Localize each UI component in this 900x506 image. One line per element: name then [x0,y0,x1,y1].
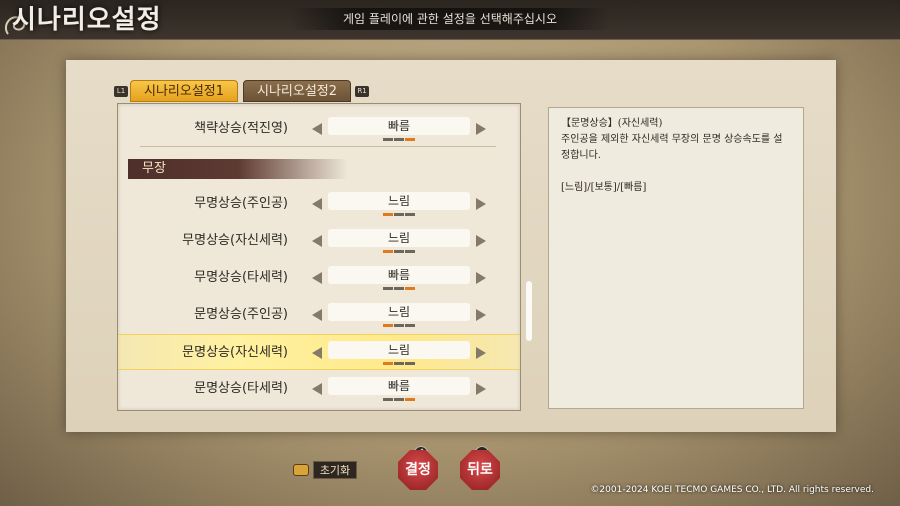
arrow-right-icon[interactable] [476,235,486,247]
setting-row[interactable]: 무명상승(타세력) 빠름 [118,260,520,296]
level-pip [394,213,404,216]
description-body: 주인공을 제외한 자신세력 무장의 문명 상승속도를 설정합니다. [561,134,783,161]
arrow-left-icon[interactable] [312,235,322,247]
page-title: 시나리오설정 [12,5,162,35]
arrow-left-icon[interactable] [312,383,322,395]
level-pip [383,324,393,327]
setting-row-selected[interactable]: 문명상승(자신세력) 느림 [118,334,520,370]
setting-row[interactable]: 무명상승(자신세력) 느림 [118,223,520,259]
level-pip [405,362,415,365]
back-button[interactable]: 뒤로 [460,450,500,490]
level-pip [405,287,415,290]
arrow-right-icon[interactable] [476,198,486,210]
scrollbar[interactable] [525,103,533,411]
page-description: 게임 플레이에 관한 설정을 선택해주십시오 [343,12,557,26]
arrow-left-icon[interactable] [312,123,322,135]
description-options: [느림]/[보통]/[빠름] [561,182,647,193]
setting-value: 느림 [328,192,470,210]
setting-value: 느림 [328,303,470,321]
setting-row[interactable]: 문명상승(주인공) 느림 [118,297,520,333]
r1-button-hint: R1 [355,86,369,97]
level-pip [383,138,393,141]
level-indicator [383,213,416,216]
arrow-right-icon[interactable] [476,123,486,135]
setting-value: 느림 [328,341,470,359]
level-pip [394,250,404,253]
level-pip [383,398,393,401]
setting-label: 문명상승(자신세력) [182,345,288,360]
tab-scenario-1[interactable]: 시나리오설정1 [130,80,238,102]
level-pip [394,324,404,327]
setting-row[interactable]: 문명상승(타세력) 빠름 [118,371,520,407]
level-indicator [383,287,416,290]
level-pip [405,250,415,253]
arrow-left-icon[interactable] [312,198,322,210]
reset-label: 초기화 [313,461,357,479]
level-indicator [383,250,416,253]
level-pip [383,287,393,290]
level-pip [405,138,415,141]
copyright-text: ©2001-2024 KOEI TECMO GAMES CO., LTD. Al… [590,485,874,495]
arrow-left-icon[interactable] [312,347,322,359]
setting-label: 문명상승(주인공) [194,307,288,322]
scroll-thumb[interactable] [526,281,532,341]
level-pip [405,324,415,327]
setting-label: 책략상승(적진영) [194,121,288,136]
level-indicator [383,138,416,141]
arrow-left-icon[interactable] [312,309,322,321]
description-panel: 【문명상승】(자신세력) 주인공을 제외한 자신세력 무장의 문명 상승속도를 … [548,107,804,409]
setting-row[interactable]: 무명상승(주인공) 느림 [118,186,520,222]
setting-value: 빠름 [328,117,470,135]
square-button-icon [293,464,309,476]
setting-value: 빠름 [328,266,470,284]
level-indicator [383,362,416,365]
level-indicator [383,324,416,327]
settings-list: 책략상승(적진영) 빠름 무장 무명상승(주인공) 느림 무명상승(자신세력) … [117,103,521,411]
level-pip [394,138,404,141]
level-pip [394,287,404,290]
setting-label: 무명상승(자신세력) [182,233,288,248]
arrow-right-icon[interactable] [476,347,486,359]
description-title: 【문명상승】(자신세력) [561,118,663,129]
level-pip [383,362,393,365]
header-bar: 시나리오설정 게임 플레이에 관한 설정을 선택해주십시오 [0,0,900,40]
level-pip [405,398,415,401]
arrow-right-icon[interactable] [476,383,486,395]
setting-label: 무명상승(주인공) [194,196,288,211]
confirm-button[interactable]: 결정 [398,450,438,490]
level-indicator [383,398,416,401]
section-header: 무장 [128,159,348,179]
level-pip [405,213,415,216]
arrow-right-icon[interactable] [476,309,486,321]
level-pip [383,250,393,253]
level-pip [383,213,393,216]
arrow-left-icon[interactable] [312,272,322,284]
level-pip [394,398,404,401]
tab-scenario-2[interactable]: 시나리오설정2 [243,80,351,102]
setting-row[interactable]: 책략상승(적진영) 빠름 [118,111,520,147]
level-pip [394,362,404,365]
setting-value: 빠름 [328,377,470,395]
l1-button-hint: L1 [114,86,128,97]
setting-value: 느림 [328,229,470,247]
divider [140,146,496,147]
setting-label: 무명상승(타세력) [194,270,288,285]
arrow-right-icon[interactable] [476,272,486,284]
setting-label: 문명상승(타세력) [194,381,288,396]
